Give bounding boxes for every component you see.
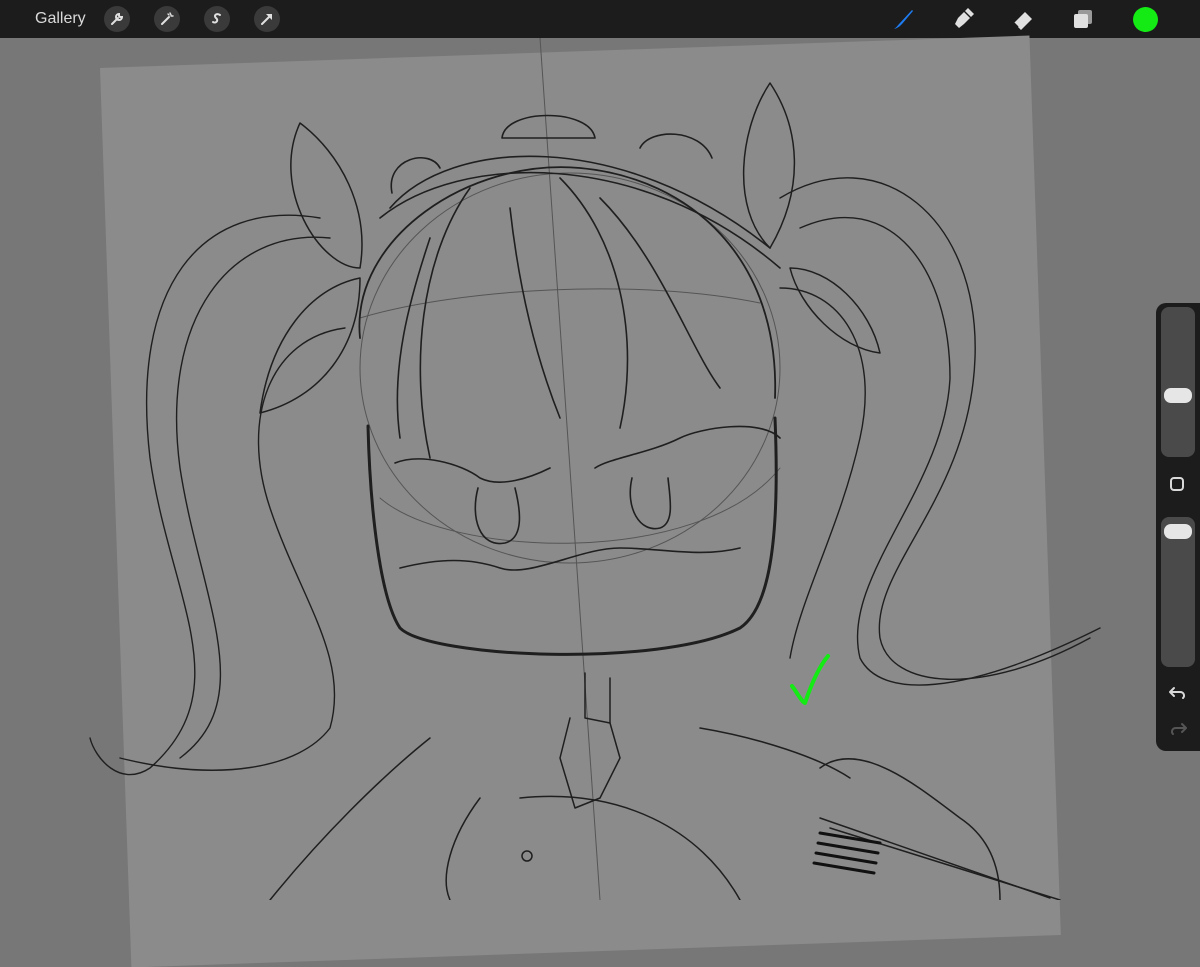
sidebar-controls [1156, 303, 1200, 751]
redo-arrow-icon[interactable] [1166, 721, 1190, 741]
smudge-icon[interactable] [948, 5, 978, 33]
opacity-thumb[interactable] [1164, 524, 1192, 539]
wrench-icon[interactable] [104, 6, 130, 32]
eraser-icon[interactable] [1008, 5, 1038, 33]
arrow-cursor-icon[interactable] [254, 6, 280, 32]
layers-icon[interactable] [1068, 5, 1098, 33]
top-toolbar: Gallery [0, 0, 1200, 38]
magic-wand-icon[interactable] [154, 6, 180, 32]
square-icon[interactable] [1170, 477, 1184, 491]
undo-arrow-icon[interactable] [1166, 685, 1190, 705]
opacity-slider[interactable] [1161, 517, 1195, 667]
brush-icon[interactable] [888, 5, 918, 33]
drawing-canvas[interactable] [0, 35, 1200, 967]
brush-size-thumb[interactable] [1164, 388, 1192, 403]
gallery-button[interactable]: Gallery [35, 10, 86, 28]
checkmark-annotation [790, 654, 830, 705]
selection-s-icon[interactable] [204, 6, 230, 32]
brush-size-slider[interactable] [1161, 307, 1195, 457]
character-sketch [89, 38, 1101, 900]
color-picker-button[interactable] [1133, 7, 1158, 32]
